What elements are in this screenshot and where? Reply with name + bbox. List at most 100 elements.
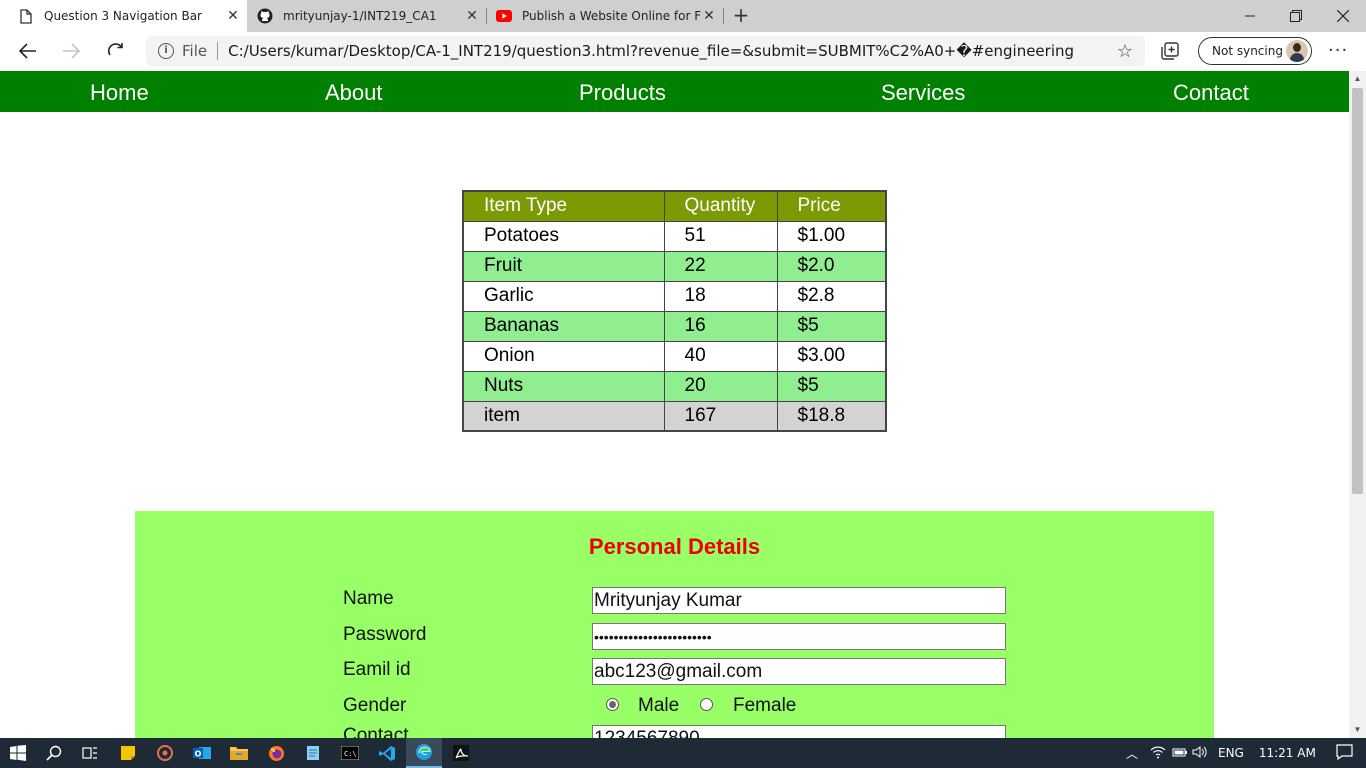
search-icon[interactable]: [36, 738, 72, 768]
table-cell: 51: [663, 220, 778, 252]
table-cell: $2.0: [776, 250, 887, 282]
scroll-up-arrow-icon[interactable]: ▲: [1353, 75, 1362, 83]
table-cell: $5: [776, 310, 887, 342]
sticky-notes-icon[interactable]: [110, 738, 146, 768]
contact-input[interactable]: 1234567890: [592, 725, 1006, 738]
info-icon[interactable]: i: [158, 43, 174, 59]
media-player-icon[interactable]: [147, 738, 183, 768]
name-input[interactable]: Mrityunjay Kumar: [592, 587, 1006, 614]
close-tab-icon[interactable]: ✕: [225, 8, 241, 24]
tab-github[interactable]: mrityunjay-1/INT219_CA1 ✕: [247, 0, 486, 32]
language-indicator[interactable]: ENG: [1218, 746, 1244, 760]
forward-arrow-icon[interactable]: [57, 38, 85, 64]
table-row: Bananas 16 $5: [462, 310, 887, 342]
table-cell: $3.00: [776, 340, 887, 372]
nav-link-contact[interactable]: Contact: [1173, 80, 1249, 106]
table-cell: Onion: [462, 340, 665, 372]
gender-female-radio[interactable]: [700, 698, 713, 711]
page-icon: [18, 8, 34, 24]
wifi-icon[interactable]: [1150, 745, 1166, 762]
gender-female-label: Female: [733, 695, 797, 716]
table-cell: Potatoes: [462, 220, 665, 252]
command-prompt-icon[interactable]: C:\: [332, 738, 368, 768]
restore-icon[interactable]: [1273, 0, 1319, 32]
youtube-icon: [496, 8, 512, 24]
svg-text:O: O: [195, 750, 202, 759]
edge-icon[interactable]: [406, 738, 442, 768]
windows-start-icon[interactable]: [0, 738, 36, 768]
table-cell: Fruit: [462, 250, 665, 282]
battery-icon[interactable]: [1172, 746, 1188, 761]
personal-details-form: Personal Details Name Mrityunjay Kumar P…: [135, 511, 1214, 738]
password-label: Password: [343, 624, 427, 645]
firefox-icon[interactable]: [258, 738, 294, 768]
close-tab-icon[interactable]: ✕: [701, 8, 717, 24]
show-hidden-icons-chevron-icon[interactable]: ︿: [1124, 745, 1140, 762]
column-header: Quantity: [663, 190, 778, 222]
back-arrow-icon[interactable]: [14, 38, 42, 64]
table-cell: 22: [663, 250, 778, 282]
close-tab-icon[interactable]: ✕: [464, 8, 480, 24]
page-viewport: Home About Products Services Contact Ite…: [0, 71, 1349, 738]
table-cell: $2.8: [776, 280, 887, 312]
form-title: Personal Details: [588, 534, 761, 559]
tab-title: mrityunjay-1/INT219_CA1: [283, 9, 437, 23]
table-row: Fruit 22 $2.0: [462, 250, 887, 282]
volume-icon[interactable]: [1192, 745, 1208, 762]
sync-status-label: Not syncing: [1212, 44, 1283, 58]
browser-toolbar: i File C:/Users/kumar/Desktop/CA-1_INT21…: [0, 32, 1366, 71]
table-row: Nuts 20 $5: [462, 370, 887, 402]
profile-button[interactable]: Not syncing: [1198, 37, 1312, 65]
contact-label: Contact: [343, 725, 409, 738]
password-input[interactable]: ••••••••••••••••••••••••: [592, 623, 1006, 650]
github-icon: [257, 8, 273, 24]
table-cell: 16: [663, 310, 778, 342]
nav-link-products[interactable]: Products: [579, 80, 666, 106]
avatar: [1286, 40, 1308, 62]
url-text[interactable]: C:/Users/kumar/Desktop/CA-1_INT219/quest…: [228, 42, 1113, 60]
gender-male-radio[interactable]: [606, 698, 619, 711]
table-header-row: Item Type Quantity Price: [462, 190, 887, 222]
clock[interactable]: 11:21 AM: [1259, 746, 1316, 760]
table-cell: $1.00: [776, 220, 887, 252]
site-nav-bar: Home About Products Services Contact: [0, 71, 1349, 112]
items-table: Item Type Quantity Price Potatoes 51 $1.…: [462, 190, 887, 432]
collections-icon[interactable]: [1160, 41, 1182, 63]
vscode-icon[interactable]: [369, 738, 405, 768]
favorite-star-icon[interactable]: ☆: [1113, 41, 1137, 62]
table-footer-row: item 167 $18.8: [462, 400, 887, 432]
task-view-icon[interactable]: [72, 738, 108, 768]
table-cell: 40: [663, 340, 778, 372]
gender-male-label: Male: [638, 695, 680, 716]
scrollbar-thumb[interactable]: [1352, 88, 1363, 494]
tab-title: Publish a Website Online for FRE: [522, 9, 701, 23]
nav-link-home[interactable]: Home: [90, 80, 149, 106]
new-tab-icon[interactable]: +: [731, 4, 751, 28]
email-input[interactable]: abc123@gmail.com: [592, 658, 1006, 685]
email-label: Eamil id: [343, 659, 411, 680]
scroll-down-arrow-icon[interactable]: ▼: [1353, 726, 1362, 734]
notifications-icon[interactable]: [1336, 743, 1353, 763]
gender-label: Gender: [343, 695, 407, 716]
nav-link-services[interactable]: Services: [881, 80, 965, 106]
minimize-icon[interactable]: [1227, 0, 1273, 32]
address-bar[interactable]: i File C:/Users/kumar/Desktop/CA-1_INT21…: [146, 36, 1145, 66]
table-cell: Garlic: [462, 280, 665, 312]
table-cell: Bananas: [462, 310, 665, 342]
tab-youtube[interactable]: Publish a Website Online for FRE ✕: [487, 0, 723, 32]
table-row: Garlic 18 $2.8: [462, 280, 887, 312]
svg-text:C:\: C:\: [344, 750, 357, 758]
more-menu-icon[interactable]: ···: [1328, 40, 1348, 61]
acrobat-icon[interactable]: [443, 738, 479, 768]
nav-link-about[interactable]: About: [325, 80, 383, 106]
refresh-icon[interactable]: [102, 38, 130, 64]
close-window-icon[interactable]: [1320, 0, 1366, 32]
tab-question3[interactable]: Question 3 Navigation Bar ✕: [0, 0, 247, 32]
table-cell: 20: [663, 370, 778, 402]
address-divider: [217, 42, 219, 60]
file-explorer-icon[interactable]: [221, 738, 257, 768]
vertical-scrollbar[interactable]: ▲ ▼: [1349, 71, 1366, 738]
file-scheme-label: File: [182, 42, 208, 60]
outlook-icon[interactable]: O: [184, 738, 220, 768]
notepad-icon[interactable]: [295, 738, 331, 768]
